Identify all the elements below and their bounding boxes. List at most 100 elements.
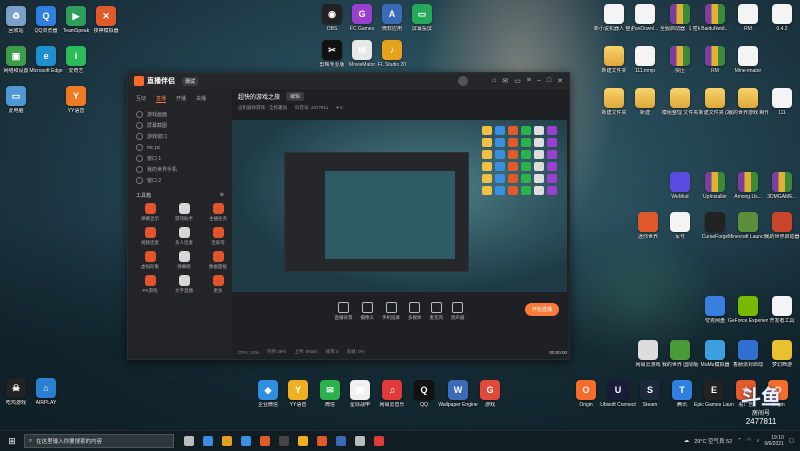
tab-start[interactable]: 开播 (176, 95, 186, 103)
menu-icon[interactable]: ≡ (527, 77, 531, 85)
scene-item[interactable]: 游戏画面 (136, 109, 224, 120)
volume-icon[interactable]: ♪ (757, 438, 760, 444)
desktop-icon[interactable]: ▦ 星际战甲 (342, 380, 378, 408)
desktop-icon[interactable]: 网易云游戏 (630, 340, 666, 368)
avatar[interactable] (458, 76, 468, 86)
taskbar-search[interactable]: ⌕ 在这里输入你要搜索的内容 (24, 434, 174, 448)
taskbar-app-icon[interactable] (184, 436, 194, 446)
desktop-icon[interactable]: EEpic Games Launcher (694, 380, 734, 408)
desktop-icon[interactable]: 我的世界游戏 制作 (728, 88, 768, 116)
edit-button[interactable]: 编辑 (286, 92, 305, 101)
desktop-icon[interactable]: G 游戏 (472, 380, 508, 408)
desktop-icon[interactable]: ▭ 此电脑 (0, 86, 34, 114)
tool-item[interactable]: 视频连麦 (134, 227, 166, 246)
collapse-icon[interactable]: ⊖ (220, 192, 224, 199)
taskbar-app-icon[interactable] (279, 436, 289, 446)
eye-icon[interactable] (136, 133, 143, 140)
tool-item[interactable]: 主播任务 (202, 203, 234, 222)
message-icon[interactable]: ✉ (502, 77, 508, 85)
tool-item[interactable]: 多人连麦 (168, 227, 200, 246)
desktop-icon[interactable]: ✕ 夜神模拟器 (88, 6, 124, 34)
taskbar-app-icon[interactable] (374, 436, 384, 446)
desktop-icon[interactable]: Mine-imator (730, 46, 766, 74)
taskbar-app-icon[interactable] (203, 436, 213, 446)
scene-item[interactable]: 我的世界手机 (136, 164, 224, 175)
maximize-icon[interactable]: □ (547, 77, 551, 85)
desktop-icon[interactable]: GeForce Experience (728, 296, 768, 324)
speaker-button[interactable]: 扬声器 (451, 301, 465, 321)
network-icon[interactable]: ◠ (747, 438, 752, 444)
desktop-icon[interactable]: W Wallpaper Engine (438, 380, 478, 408)
desktop-icon[interactable]: RM (730, 4, 766, 32)
eye-icon[interactable] (136, 166, 143, 173)
desktop-icon[interactable]: 0.4.2 (764, 4, 800, 32)
desktop-icon[interactable]: 我的世界 国际版 (662, 340, 698, 368)
desktop-icon[interactable]: 快压 (662, 46, 698, 74)
tool-item[interactable]: 连屏等 (202, 227, 234, 246)
desktop-icon[interactable]: 开发者工具 (764, 296, 800, 324)
tab-live[interactable]: 直播 (156, 95, 167, 103)
scene-item[interactable]: 游戏窗口 (136, 131, 224, 142)
stream-preview[interactable] (232, 120, 567, 292)
taskbar-app-icon[interactable] (241, 436, 251, 446)
desktop-icon[interactable]: ♪ FL Studio 20 (374, 40, 410, 68)
media-button[interactable]: 多媒体 (408, 301, 422, 321)
shirt-icon[interactable]: ⌂ (492, 77, 496, 85)
taskbar-app-icon[interactable] (317, 436, 327, 446)
tool-item[interactable]: 弹幕显示 (134, 203, 166, 222)
desktop-icon[interactable]: BaiduNetd... (697, 4, 733, 32)
desktop-icon[interactable]: 111 (764, 88, 800, 116)
tool-item[interactable]: PK游戏 (134, 275, 166, 294)
desktop-icon[interactable]: Q QQ (406, 380, 442, 408)
microphone-button[interactable]: 麦克风 (430, 301, 443, 321)
desktop-icon[interactable]: ⌂ AIRPLAY (28, 378, 64, 406)
tool-item[interactable]: 游戏助手 (168, 203, 200, 222)
start-live-button[interactable]: 开始直播 (524, 303, 559, 316)
eye-icon[interactable] (136, 111, 143, 118)
desktop-icon[interactable]: Y YY语音 (280, 380, 316, 408)
tool-item[interactable]: 数据面板 (202, 251, 234, 270)
desktop-icon[interactable]: 3DMGAME... (764, 172, 800, 200)
tool-item[interactable]: 更多 (202, 275, 234, 294)
notification-icon[interactable]: ▢ (789, 438, 794, 444)
windows-start-icon[interactable]: ⊞ (4, 433, 20, 449)
eye-icon[interactable] (136, 177, 143, 184)
desktop-icon[interactable]: O Origin (568, 380, 604, 408)
background-button[interactable]: 直播背景 (335, 301, 353, 321)
desktop-icon[interactable]: 我的世界启动器 (764, 212, 800, 240)
desktop-icon[interactable]: 全服启动器 【 密码 1】 (660, 4, 700, 32)
desktop-icon[interactable]: U Ubisoft Connect (600, 380, 636, 408)
tab-stop[interactable]: 关播 (196, 95, 206, 103)
taskbar-app-icon[interactable] (222, 436, 232, 446)
desktop-icon[interactable]: i 爱奇艺 (58, 46, 94, 74)
eye-icon[interactable] (136, 144, 143, 151)
desktop-icon[interactable]: UpInstaller (697, 172, 733, 200)
taskbar-app-icon[interactable] (355, 436, 365, 446)
phone-cast-button[interactable]: 手机投屏 (382, 301, 400, 321)
desktop-icon[interactable]: 模组整理 文件夹 (662, 88, 698, 116)
desktop-icon[interactable]: Among.Us... (730, 172, 766, 200)
chevron-up-icon[interactable]: ⌃ (737, 438, 742, 444)
desktop-icon[interactable]: Y YY语音 (58, 86, 94, 114)
desktop-icon[interactable]: S Steam (632, 380, 668, 408)
scene-item[interactable]: 窗口 2 (136, 175, 224, 186)
taskbar-app-icon[interactable] (336, 436, 346, 446)
desktop-icon[interactable]: 新建 (627, 88, 663, 116)
desktop-icon[interactable]: 军号 (662, 212, 698, 240)
desktop-icon[interactable]: 迷你世界 (630, 212, 666, 240)
clock[interactable]: 19:10 9/6/2021 (764, 435, 783, 447)
scene-item[interactable]: 窗口 1 (136, 153, 224, 164)
taskbar-app-icon[interactable] (260, 436, 270, 446)
desktop-icon[interactable]: 梦幻西游 (764, 340, 800, 368)
desktop-icon[interactable]: ▭ 屏幕投屏 (404, 4, 440, 32)
desktop-icon[interactable]: PanDownl... (627, 4, 663, 32)
tool-item[interactable]: 虚拟形象 (134, 251, 166, 270)
desktop-icon[interactable]: ♫ 网易云音乐 (374, 380, 410, 408)
tool-item[interactable]: 弹幕姬 (168, 251, 200, 270)
minimize-icon[interactable]: – (537, 77, 541, 85)
desktop-icon[interactable]: 111.mmp (627, 46, 663, 74)
desktop-icon[interactable]: WeMod (662, 172, 698, 200)
taskbar-app-icon[interactable] (298, 436, 308, 446)
desktop-icon[interactable]: RM (697, 46, 733, 74)
desktop-icon[interactable]: 香肠派对启动 (730, 340, 766, 368)
